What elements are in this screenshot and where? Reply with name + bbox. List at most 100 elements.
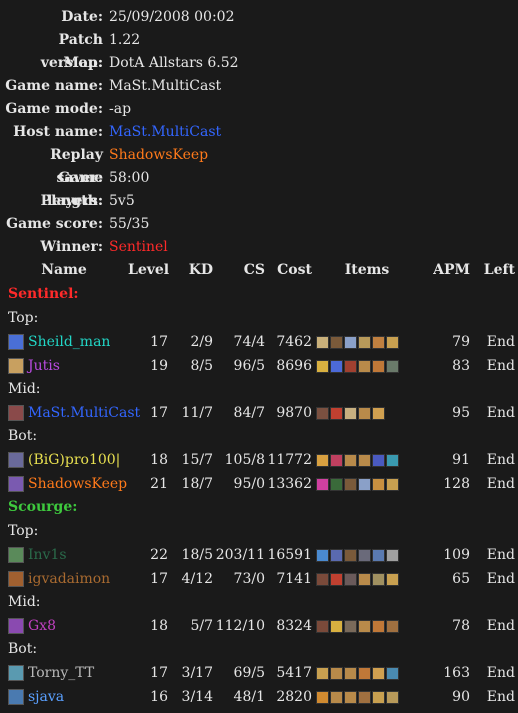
player-items <box>312 548 418 562</box>
player-name-cell: Jutis <box>0 355 128 378</box>
item-icon <box>372 453 385 467</box>
player-left: End <box>486 451 515 468</box>
item-icon <box>358 477 371 491</box>
player-name-cell: Sheild_man <box>0 331 128 354</box>
hero-icon <box>8 476 24 492</box>
player-level: 17 <box>150 570 168 587</box>
info-row: Map: DotA Allstars 6.52 <box>0 52 518 75</box>
player-row: Torny_TT 17 3/17 69/5 5417 163 End <box>0 661 518 685</box>
player-row: igvadaimon 17 4/12 73/0 7141 65 End <box>0 567 518 591</box>
item-icon <box>316 406 329 420</box>
item-icon <box>316 666 329 680</box>
player-items <box>312 666 418 680</box>
player-level: 16 <box>150 688 168 705</box>
player-name[interactable]: Gx8 <box>28 615 56 638</box>
player-name[interactable]: ShadowsKeep <box>28 473 127 496</box>
item-icon <box>358 690 371 704</box>
info-row: Winner: Sentinel <box>0 236 518 259</box>
hero-icon <box>8 618 24 634</box>
player-cost: 2820 <box>276 688 312 705</box>
item-icon <box>330 572 343 586</box>
player-cost: 5417 <box>276 664 312 681</box>
player-items <box>312 335 418 349</box>
player-level: 18 <box>150 451 168 468</box>
player-level: 19 <box>150 357 168 374</box>
player-name[interactable]: Inv1s <box>28 544 67 567</box>
item-icon <box>344 453 357 467</box>
info-row: Game name: MaSt.MultiCast <box>0 75 518 98</box>
player-name[interactable]: igvadaimon <box>28 568 110 591</box>
player-items <box>312 453 418 467</box>
player-row: ShadowsKeep 21 18/7 95/0 13362 128 End <box>0 472 518 496</box>
lane-title: Bot: <box>8 641 38 657</box>
player-cs: 74/4 <box>233 333 265 350</box>
item-icon <box>372 572 385 586</box>
info-label: Game name: <box>5 78 103 94</box>
item-icon <box>386 359 399 373</box>
player-kd: 3/14 <box>181 688 213 705</box>
item-icon <box>344 666 357 680</box>
item-icon <box>358 406 371 420</box>
player-row: Jutis 19 8/5 96/5 8696 83 End <box>0 354 518 378</box>
player-cs: 96/5 <box>233 357 265 374</box>
item-icon <box>386 690 399 704</box>
info-row: Game score: 55/35 <box>0 213 518 236</box>
player-name-cell: MaSt.MultiCast <box>0 402 140 425</box>
player-kd: 4/12 <box>181 570 213 587</box>
item-icon <box>358 572 371 586</box>
player-cs: 48/1 <box>233 688 265 705</box>
player-cost: 11772 <box>267 451 312 468</box>
player-left: End <box>486 546 515 563</box>
info-label: Game length: <box>46 170 103 209</box>
info-label: Winner: <box>40 239 103 255</box>
player-level: 22 <box>150 546 168 563</box>
player-items <box>312 477 418 491</box>
header-cs: CS <box>243 262 265 278</box>
item-icon <box>372 477 385 491</box>
player-name[interactable]: Jutis <box>28 355 60 378</box>
info-value: -ap <box>109 101 132 117</box>
item-icon <box>344 572 357 586</box>
item-icon <box>344 406 357 420</box>
item-icon <box>330 359 343 373</box>
hero-icon <box>8 452 24 468</box>
lane-title: Mid: <box>8 594 41 610</box>
item-icon <box>386 335 399 349</box>
player-name-cell: igvadaimon <box>0 568 128 591</box>
item-icon <box>358 666 371 680</box>
player-name-cell: sjava <box>0 686 128 709</box>
info-value: 1.22 <box>109 32 141 48</box>
item-icon <box>372 619 385 633</box>
player-name[interactable]: MaSt.MultiCast <box>28 402 140 425</box>
player-kd: 5/7 <box>190 617 213 634</box>
item-icon <box>316 690 329 704</box>
player-name[interactable]: Torny_TT <box>28 662 94 685</box>
item-icon <box>344 477 357 491</box>
item-icon <box>316 477 329 491</box>
player-name[interactable]: (BiG)pro100| <box>28 449 120 472</box>
player-name[interactable]: sjava <box>28 686 64 709</box>
player-row: Sheild_man 17 2/9 74/4 7462 79 End <box>0 330 518 354</box>
player-cs: 73/0 <box>233 570 265 587</box>
item-icon <box>386 477 399 491</box>
player-cs: 95/0 <box>233 475 265 492</box>
info-value: MaSt.MultiCast <box>109 124 222 140</box>
info-row: Replay saver: ShadowsKeep <box>0 144 518 186</box>
item-icon <box>330 406 343 420</box>
item-icon <box>344 548 357 562</box>
player-name[interactable]: Sheild_man <box>28 331 110 354</box>
replay-info: Date: 25/09/2008 00:02 Patch version: 1.22 M… <box>0 0 518 259</box>
item-icon <box>358 548 371 562</box>
item-icon <box>372 359 385 373</box>
info-label: Patch version: <box>40 32 103 71</box>
header-cost: Cost <box>277 262 312 278</box>
header-left: Left <box>483 262 515 278</box>
player-name-cell: (BiG)pro100| <box>0 449 128 472</box>
info-value: MaSt.MultiCast <box>109 78 222 94</box>
item-icon <box>386 572 399 586</box>
hero-icon <box>8 665 24 681</box>
info-value: 25/09/2008 00:02 <box>109 9 235 25</box>
player-kd: 11/7 <box>181 404 213 421</box>
item-icon <box>330 666 343 680</box>
info-value: 58:00 <box>109 170 150 186</box>
